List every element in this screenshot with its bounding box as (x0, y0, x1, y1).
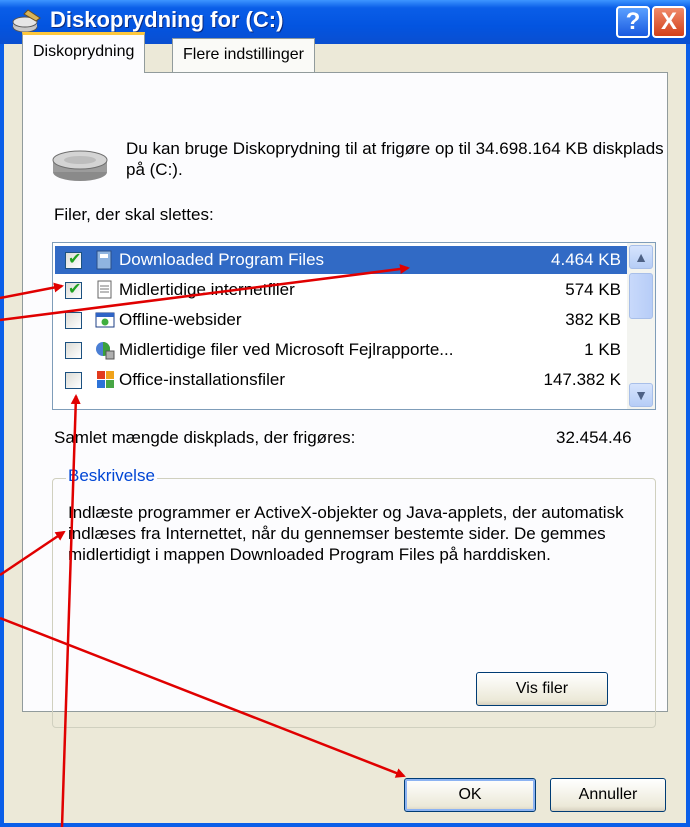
file-name: Midlertidige filer ved Microsoft Fejlrap… (119, 340, 454, 359)
total-value: 32.454.46 (556, 428, 632, 447)
help-button[interactable]: ? (616, 6, 650, 38)
error-report-icon (96, 342, 115, 360)
checkbox[interactable] (65, 342, 82, 359)
document-icon (97, 280, 112, 299)
checkbox[interactable]: ✔ (65, 281, 82, 299)
file-name: Offline-websider (119, 310, 242, 329)
checkbox[interactable] (65, 312, 82, 329)
check-icon: ✔ (68, 251, 82, 268)
info-text: Du kan bruge Diskoprydning til at frigør… (126, 139, 664, 179)
office-icon (97, 371, 114, 388)
file-name: Downloaded Program Files (119, 250, 325, 269)
ok-button[interactable]: OK (404, 778, 536, 812)
file-size: 147.382 K (543, 370, 621, 389)
scroll-up-icon[interactable]: ▲ (629, 245, 653, 269)
scroll-down-icon[interactable]: ▼ (629, 383, 653, 407)
description-text: Indlæste programmer er ActiveX-objekter … (68, 503, 624, 564)
list-item[interactable]: Midlertidige filer ved Microsoft Fejlrap… (55, 336, 627, 364)
list-item[interactable]: Offline-websider 382 KB (55, 306, 627, 334)
check-icon: ✔ (68, 281, 82, 298)
checkbox[interactable]: ✔ (65, 251, 82, 269)
total-label: Samlet mængde diskplads, der frigøres: (54, 428, 356, 447)
scroll-thumb[interactable] (629, 273, 653, 319)
file-size: 4.464 KB (551, 250, 621, 269)
window-title: Diskoprydning for (C:) (50, 7, 284, 32)
list-item[interactable]: ✔ Midlertidige internetfiler 574 KB (55, 276, 627, 304)
file-size: 1 KB (584, 340, 621, 359)
file-size: 382 KB (565, 310, 621, 329)
tab-flere-indstillinger[interactable]: Flere indstillinger (172, 38, 315, 72)
vertical-scrollbar[interactable]: ▲ ▼ (627, 243, 655, 409)
hard-drive-icon (52, 150, 108, 181)
program-files-icon (96, 250, 112, 270)
files-listbox[interactable]: ✔ Downloaded Program Files 4.464 KB ✔ Mi… (52, 242, 656, 410)
files-label: Filer, der skal slettes: (54, 205, 214, 224)
list-item[interactable]: ✔ Downloaded Program Files 4.464 KB (55, 246, 627, 274)
tab-diskoprydning[interactable]: Diskoprydning (22, 32, 146, 73)
file-name: Office-installationsfiler (119, 370, 285, 389)
list-item[interactable]: Office-installationsfiler 147.382 K (55, 366, 627, 394)
checkbox[interactable] (65, 372, 82, 389)
disk-cleanup-icon (12, 9, 41, 33)
file-name: Midlertidige internetfiler (119, 280, 295, 299)
view-files-button[interactable]: Vis filer (476, 672, 608, 706)
close-button[interactable]: X (652, 6, 686, 38)
cancel-button[interactable]: Annuller (550, 778, 666, 812)
description-label: Beskrivelse (66, 466, 157, 486)
file-size: 574 KB (565, 280, 621, 299)
offline-web-icon (95, 312, 115, 328)
